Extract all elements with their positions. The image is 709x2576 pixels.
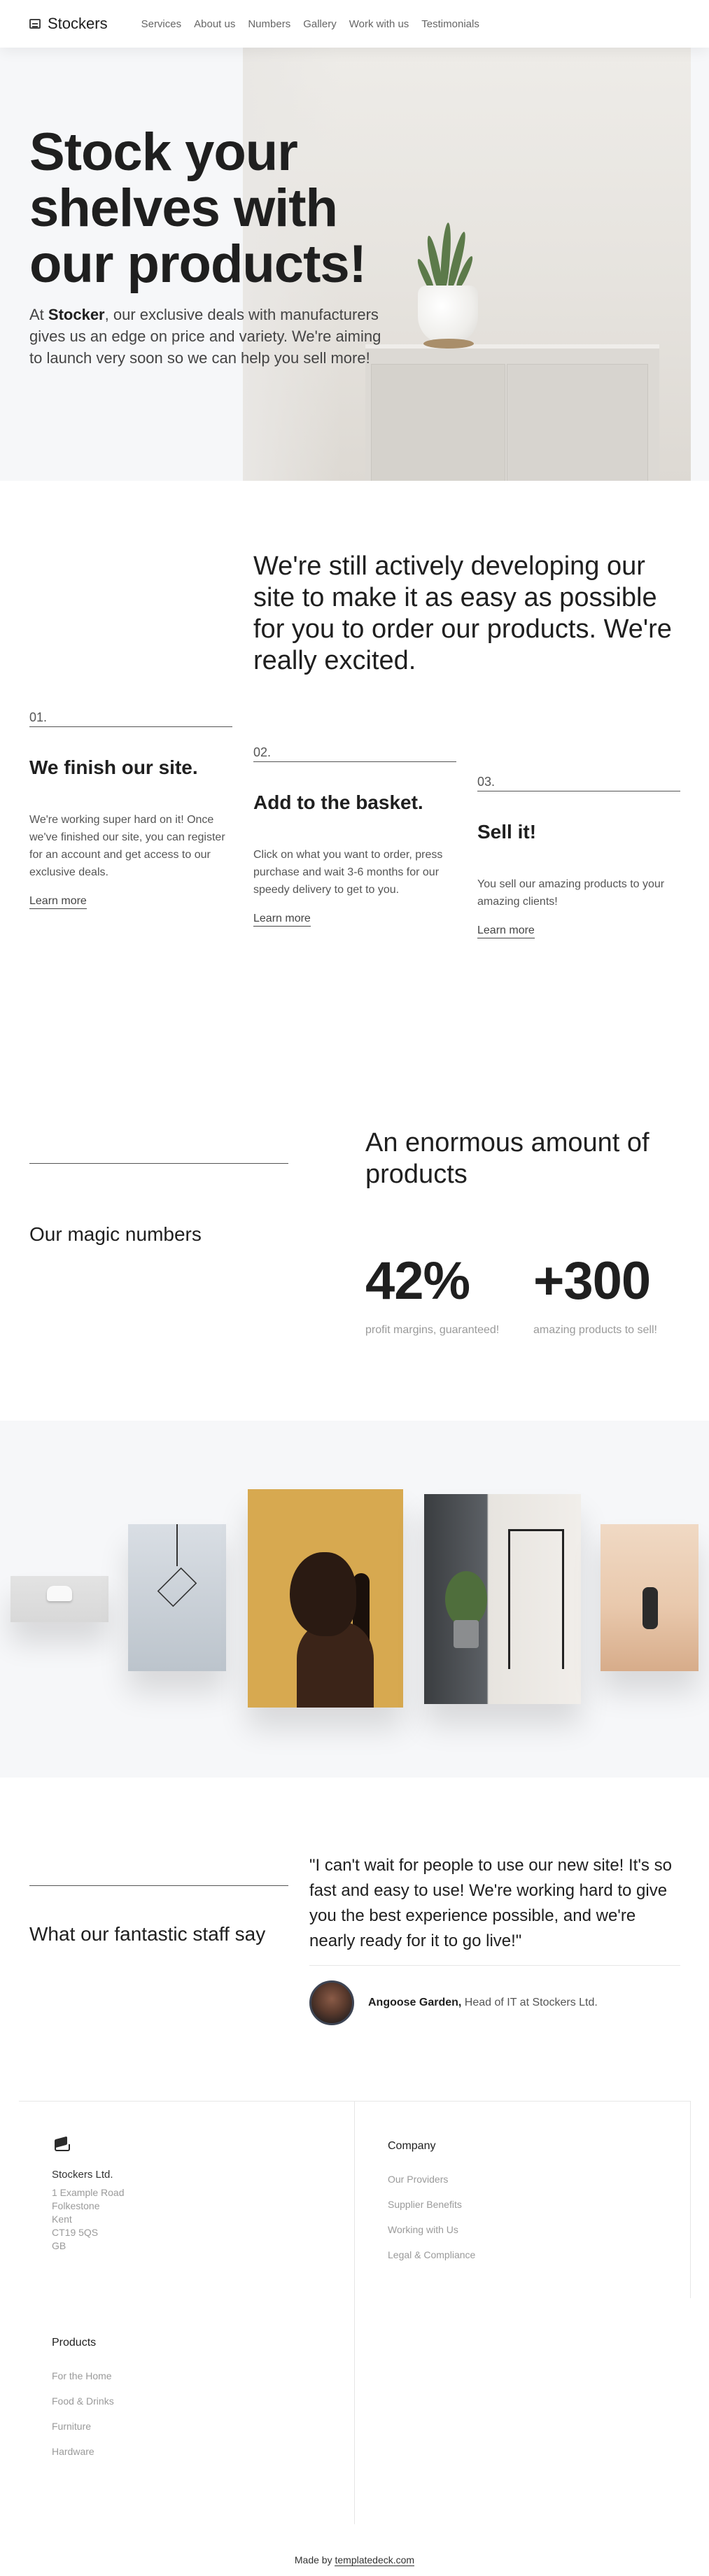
nav-link-work-with-us[interactable]: Work with us	[349, 18, 409, 30]
divider	[29, 1885, 288, 1886]
step-card-1: 01. We finish our site. We're working su…	[29, 710, 232, 909]
step-title: Add to the basket.	[253, 791, 423, 813]
step-title: Sell it!	[477, 821, 537, 843]
hero-description: At Stocker, our exclusive deals with man…	[29, 306, 381, 367]
avatar	[309, 1980, 354, 2025]
stack-logo-icon	[52, 2138, 70, 2152]
footer-company-info: Stockers Ltd. 1 Example Road Folkestone …	[52, 2138, 125, 2253]
gallery-image-clothes-rack[interactable]	[424, 1494, 581, 1704]
learn-more-link[interactable]: Learn more	[29, 895, 87, 909]
step-number: 03.	[477, 775, 680, 791]
box-icon	[29, 19, 41, 29]
footer-link-hardware[interactable]: Hardware	[52, 2446, 114, 2457]
divider	[29, 1163, 288, 1164]
gallery-image-desert[interactable]	[601, 1524, 699, 1671]
testimonials-label: What our fantastic staff say	[29, 1923, 266, 1945]
footer-link-providers[interactable]: Our Providers	[388, 2174, 475, 2185]
brand-logo[interactable]: Stockers	[29, 15, 108, 33]
nav-links: Services About us Numbers Gallery Work w…	[141, 18, 479, 30]
footer-link-supplier-benefits[interactable]: Supplier Benefits	[388, 2199, 475, 2210]
gallery-image-portrait[interactable]	[248, 1489, 403, 1708]
step-number: 02.	[253, 745, 456, 762]
step-card-3: 03. Sell it! You sell our amazing produc…	[477, 775, 680, 938]
numbers-section: Our magic numbers An enormous amount of …	[0, 1006, 709, 1421]
gallery-image-lamp[interactable]	[128, 1524, 226, 1671]
footer-link-working-with-us[interactable]: Working with Us	[388, 2224, 475, 2235]
testimonial-quote: "I can't wait for people to use our new …	[309, 1856, 672, 1950]
numbers-heading: An enormous amount of products	[365, 1128, 650, 1189]
divider	[309, 1965, 680, 1966]
made-by-credit: Made by templatedeck.com	[294, 2554, 415, 2566]
footer-address: 1 Example Road Folkestone Kent CT19 5QS …	[52, 2187, 125, 2251]
step-number: 01.	[29, 710, 232, 727]
stat-value: 42%	[365, 1251, 470, 1311]
plant-pot-illustration	[418, 286, 478, 344]
footer-heading: Products	[52, 2337, 97, 2349]
stat-products: +300 amazing products to sell!	[533, 1251, 657, 1337]
step-text: You sell our amazing products to your am…	[477, 878, 665, 908]
numbers-label: Our magic numbers	[29, 1223, 202, 1245]
brand-name: Stockers	[48, 15, 108, 32]
nav-link-testimonials[interactable]: Testimonials	[421, 18, 479, 30]
footer-link-furniture[interactable]: Furniture	[52, 2421, 114, 2432]
step-title: We finish our site.	[29, 756, 198, 778]
gallery-image-chair[interactable]	[10, 1576, 108, 1622]
step-text: Click on what you want to order, press p…	[253, 849, 443, 896]
stat-value: +300	[533, 1251, 651, 1311]
footer-products-links: Products For the Home Food & Drinks Furn…	[52, 2337, 114, 2471]
services-intro: We're still actively developing our site…	[253, 551, 672, 675]
nav-link-gallery[interactable]: Gallery	[303, 18, 337, 30]
templatedeck-link[interactable]: templatedeck.com	[335, 2554, 415, 2566]
stat-caption: profit margins, guaranteed!	[365, 1324, 500, 1336]
footer-company-name: Stockers Ltd.	[52, 2169, 113, 2181]
testimonial-author: Angoose Garden, Head of IT at Stockers L…	[309, 1980, 598, 2025]
author-credit: Angoose Garden, Head of IT at Stockers L…	[368, 1997, 598, 2008]
stat-caption: amazing products to sell!	[533, 1324, 657, 1336]
stat-profit-margin: 42% profit margins, guaranteed!	[365, 1251, 499, 1337]
services-section: We're still actively developing our site…	[0, 481, 709, 1006]
footer-link-for-the-home[interactable]: For the Home	[52, 2370, 114, 2381]
nav-link-about-us[interactable]: About us	[194, 18, 235, 30]
hero-section: Stock your shelves with our products! At…	[0, 48, 709, 481]
testimonials-section: What our fantastic staff say "I can't wa…	[0, 1778, 709, 2071]
cabinet-illustration	[365, 344, 659, 481]
learn-more-link[interactable]: Learn more	[477, 924, 535, 938]
top-navigation: Stockers Services About us Numbers Galle…	[0, 0, 709, 48]
nav-link-services[interactable]: Services	[141, 18, 182, 30]
step-text: We're working super hard on it! Once we'…	[29, 814, 225, 878]
footer-company-links: Company Our Providers Supplier Benefits …	[388, 2140, 475, 2274]
nav-link-numbers[interactable]: Numbers	[248, 18, 290, 30]
gallery-section	[0, 1421, 709, 1778]
footer: Stockers Ltd. 1 Example Road Folkestone …	[0, 2071, 709, 2576]
learn-more-link[interactable]: Learn more	[253, 913, 311, 927]
footer-link-food-drinks[interactable]: Food & Drinks	[52, 2395, 114, 2407]
footer-link-legal[interactable]: Legal & Compliance	[388, 2249, 475, 2260]
hero-title: Stock your shelves with our products!	[29, 122, 367, 294]
footer-heading: Company	[388, 2140, 436, 2152]
step-card-2: 02. Add to the basket. Click on what you…	[253, 745, 456, 927]
